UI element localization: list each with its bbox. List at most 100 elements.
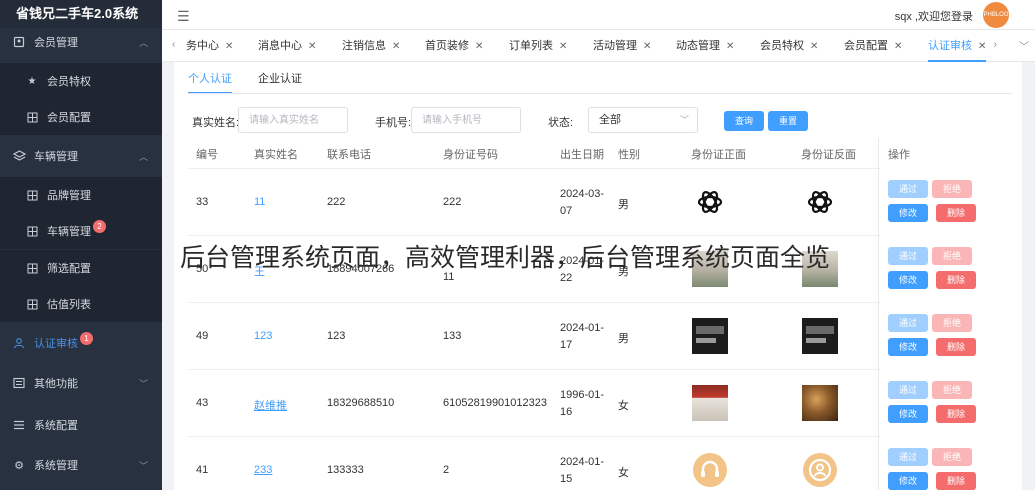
cell-phone: 133333 [327, 464, 364, 476]
avatar[interactable]: PHBLOG [983, 2, 1009, 28]
menu-other-functions[interactable]: 其他功能 ﹀ [0, 365, 162, 401]
chevron-left-icon[interactable]: ‹ [172, 39, 175, 50]
id-front-image[interactable] [692, 385, 728, 421]
id-front-image[interactable] [692, 184, 728, 220]
th-id: 编号 [196, 149, 218, 161]
chevron-down-icon: ﹀ [138, 461, 148, 471]
cell-name[interactable]: 123 [254, 330, 272, 342]
menu-member-privilege[interactable]: ★ 会员特权 [0, 63, 162, 99]
delete-button[interactable]: 删除 [936, 271, 976, 289]
menu-vehicle-mgmt[interactable]: 车辆管理 ︿ [0, 138, 162, 174]
pass-button[interactable]: 通过 [888, 381, 928, 399]
id-back-image[interactable] [802, 184, 838, 220]
divider [188, 93, 1012, 94]
edit-button[interactable]: 修改 [888, 338, 928, 356]
table-row: 43 赵维推 18329688510 61052819901012323 199… [174, 370, 1022, 437]
pass-button[interactable]: 通过 [888, 314, 928, 332]
tab-dynamic-mgmt[interactable]: 动态管理 ✕ [676, 30, 734, 62]
tab-member-privilege[interactable]: 会员特权 ✕ [760, 30, 818, 62]
tab-activity-mgmt[interactable]: 活动管理 ✕ [593, 30, 651, 62]
menu-vehicle-list[interactable]: 车辆管理 2 [0, 213, 162, 249]
delete-button[interactable]: 删除 [936, 472, 976, 490]
id-back-image[interactable] [802, 385, 838, 421]
subtab-personal[interactable]: 个人认证 [188, 70, 232, 94]
reject-button[interactable]: 拒绝 [932, 448, 972, 466]
cell-id: 41 [196, 464, 209, 476]
pass-button[interactable]: 通过 [888, 247, 928, 265]
close-icon[interactable]: ✕ [810, 41, 818, 52]
th-front: 身份证正面 [691, 149, 746, 161]
id-back-image[interactable] [802, 452, 838, 488]
id-back-image[interactable] [802, 318, 838, 354]
close-icon[interactable]: ✕ [308, 41, 316, 52]
member-icon [12, 35, 26, 49]
phone-input[interactable] [411, 107, 521, 133]
cell-name[interactable]: 11 [254, 196, 265, 208]
tab-cancel-info[interactable]: 注销信息 ✕ [342, 30, 400, 62]
menu-brand-mgmt[interactable]: 品牌管理 [0, 177, 162, 213]
cell-birth: 1996-01-16 [560, 389, 605, 418]
table-row: 49 123 123 133 2024-01-17 男 通过 拒绝 修改 删除 [174, 303, 1022, 370]
cell-birth: 2024-01-15 [560, 456, 605, 485]
menu-system-config[interactable]: 系统配置 [0, 407, 162, 443]
edit-button[interactable]: 修改 [888, 204, 928, 222]
openai-logo-icon [807, 191, 833, 213]
menu-filter-config[interactable]: 筛选配置 [0, 250, 162, 286]
hamburger-icon[interactable]: ☰ [177, 8, 190, 25]
cell-gender: 男 [618, 333, 629, 345]
close-icon[interactable]: ✕ [392, 41, 400, 52]
reject-button[interactable]: 拒绝 [932, 247, 972, 265]
menu-cert-review[interactable]: 认证审核 1 [0, 325, 162, 361]
menu-member-config[interactable]: 会员配置 [0, 99, 162, 135]
delete-button[interactable]: 删除 [936, 204, 976, 222]
th-ops: 操作 [888, 149, 910, 161]
welcome-text: sqx ,欢迎您登录 [894, 11, 973, 23]
cell-name[interactable]: 赵维推 [254, 397, 287, 413]
menu-label: 估值列表 [47, 299, 91, 311]
cell-name[interactable]: 233 [254, 464, 272, 476]
edit-button[interactable]: 修改 [888, 472, 928, 490]
close-icon[interactable]: ✕ [559, 41, 567, 52]
th-gender: 性别 [618, 149, 640, 161]
id-front-image[interactable] [692, 452, 728, 488]
status-label: 状态: [548, 117, 574, 129]
menu-member-mgmt[interactable]: 会员管理 ︿ [0, 24, 162, 60]
name-input[interactable] [238, 107, 348, 133]
tab-service-center[interactable]: 务中心 ✕ [186, 30, 233, 62]
user-circle-icon [803, 453, 837, 487]
delete-button[interactable]: 删除 [936, 338, 976, 356]
menu-system-mgmt[interactable]: ⚙ 系统管理 ﹀ [0, 447, 162, 483]
grid-icon [26, 298, 38, 310]
tab-order-list[interactable]: 订单列表 ✕ [509, 30, 567, 62]
close-icon[interactable]: ✕ [643, 41, 651, 52]
reject-button[interactable]: 拒绝 [932, 180, 972, 198]
chevron-down-icon[interactable]: ﹀ [1019, 38, 1029, 53]
menu-label: 系统管理 [34, 460, 78, 472]
close-icon[interactable]: ✕ [225, 41, 233, 52]
menu-valuation-list[interactable]: 估值列表 [0, 286, 162, 322]
tab-cert-review[interactable]: 认证审核 ✕ [928, 30, 987, 62]
cell-phone: 18329688510 [327, 397, 395, 409]
menu-label: 会员特权 [47, 76, 91, 88]
pass-button[interactable]: 通过 [888, 448, 928, 466]
reject-button[interactable]: 拒绝 [932, 314, 972, 332]
pass-button[interactable]: 通过 [888, 180, 928, 198]
query-button[interactable]: 查询 [724, 111, 764, 131]
close-icon[interactable]: ✕ [978, 41, 986, 52]
close-icon[interactable]: ✕ [475, 41, 483, 52]
close-icon[interactable]: ✕ [726, 41, 734, 52]
id-front-image[interactable] [692, 318, 728, 354]
delete-button[interactable]: 删除 [936, 405, 976, 423]
chevron-right-icon[interactable]: › [994, 39, 997, 50]
reject-button[interactable]: 拒绝 [932, 381, 972, 399]
tab-home-decoration[interactable]: 首页装修 ✕ [425, 30, 483, 62]
tabs-bar: ‹ 务中心 ✕ 消息中心 ✕ 注销信息 ✕ 首页装修 ✕ 订单列表 ✕ 活动管理 ✕ 动态管… [162, 30, 1035, 62]
tab-message-center[interactable]: 消息中心 ✕ [258, 30, 316, 62]
tab-member-config[interactable]: 会员配置 ✕ [844, 30, 902, 62]
edit-button[interactable]: 修改 [888, 405, 928, 423]
subtab-company[interactable]: 企业认证 [258, 70, 302, 92]
close-icon[interactable]: ✕ [894, 41, 902, 52]
reset-button[interactable]: 重置 [768, 111, 808, 131]
status-select[interactable]: 全部 ﹀ [588, 107, 698, 133]
edit-button[interactable]: 修改 [888, 271, 928, 289]
